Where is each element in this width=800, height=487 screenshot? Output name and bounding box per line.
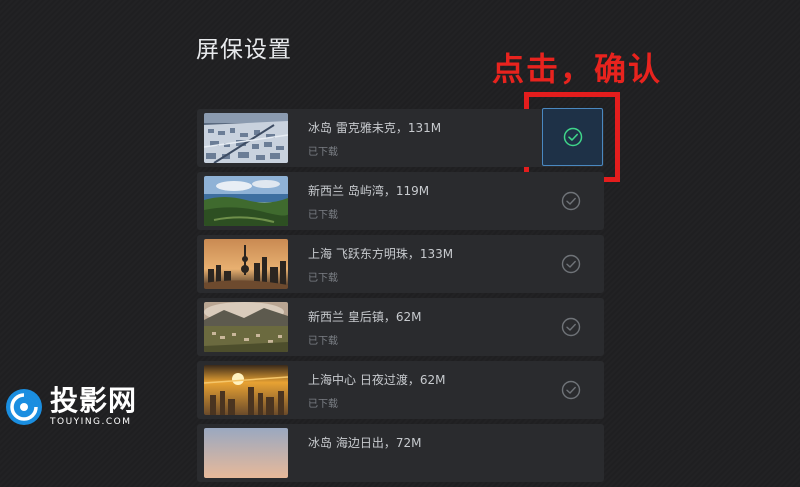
download-status: 已下载: [308, 336, 338, 347]
screensaver-item-queenstown[interactable]: 新西兰 皇后镇，62M 已下载: [197, 298, 604, 356]
check-circle-icon: [561, 317, 581, 337]
check-circle-icon: [561, 380, 581, 400]
screensaver-item-bay-of-islands[interactable]: 新西兰 岛屿湾，119M 已下载: [197, 172, 604, 230]
thumbnail-image: [204, 302, 288, 352]
screensaver-item-iceland-sunrise[interactable]: 冰岛 海边日出，72M: [197, 424, 604, 482]
select-button[interactable]: [553, 182, 589, 220]
screensaver-item-shanghai-center[interactable]: 上海中心 日夜过渡，62M 已下载: [197, 361, 604, 419]
download-status: 已下载: [308, 147, 338, 158]
watermark-logo: 投影网 TOUYING.COM: [4, 386, 137, 427]
screensaver-item-oriental-pearl[interactable]: 上海 飞跃东方明珠，133M 已下载: [197, 235, 604, 293]
download-status: 已下载: [308, 210, 338, 221]
download-status: 已下载: [308, 273, 338, 284]
thumbnail-image: [204, 365, 288, 415]
annotation-label: 点击，确认: [492, 50, 663, 88]
screensaver-title: 冰岛 雷克雅未克，131M: [308, 121, 442, 135]
screensaver-list: 冰岛 雷克雅未克，131M 已下载 新西兰 岛屿湾，119M 已下载 上海 飞跃…: [197, 108, 604, 487]
logo-icon: [6, 388, 42, 425]
thumbnail-image: [204, 239, 288, 289]
thumbnail-image: [204, 428, 288, 478]
watermark-name: 投影网: [50, 384, 138, 417]
check-circle-icon: [563, 127, 582, 147]
screensaver-item-reykjavik[interactable]: 冰岛 雷克雅未克，131M 已下载: [197, 108, 604, 167]
screensaver-title: 上海 飞跃东方明珠，133M: [308, 247, 454, 261]
screensaver-title: 新西兰 皇后镇，62M: [308, 310, 422, 324]
screensaver-title: 新西兰 岛屿湾，119M: [308, 184, 430, 198]
download-status: 已下载: [308, 399, 338, 410]
select-button[interactable]: [553, 371, 589, 409]
screensaver-title: 上海中心 日夜过渡，62M: [308, 373, 446, 387]
select-button[interactable]: [553, 245, 589, 283]
thumbnail-image: [204, 113, 288, 163]
check-circle-icon: [561, 254, 581, 274]
check-circle-icon: [561, 191, 581, 211]
thumbnail-image: [204, 176, 288, 226]
page-title: 屏保设置: [196, 37, 292, 63]
select-button[interactable]: [542, 108, 603, 166]
watermark-domain: TOUYING.COM: [50, 417, 132, 427]
screensaver-title: 冰岛 海边日出，72M: [308, 436, 422, 450]
select-button[interactable]: [553, 308, 589, 346]
